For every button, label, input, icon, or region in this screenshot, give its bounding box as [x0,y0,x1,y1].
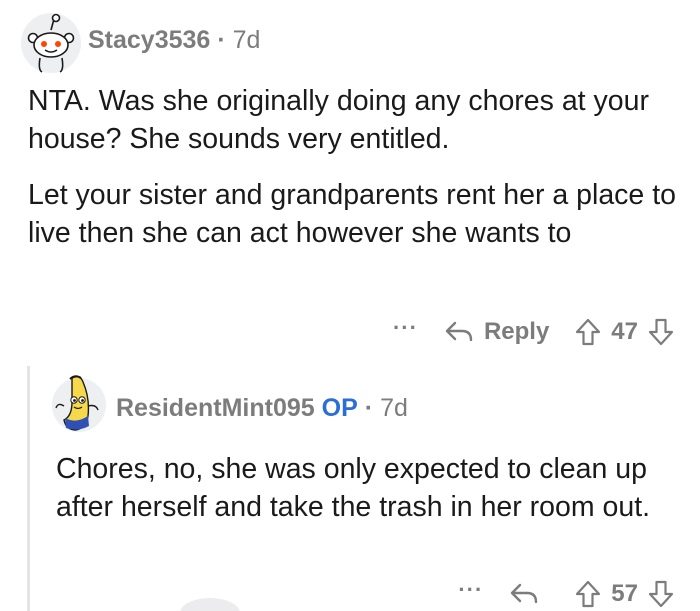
reply-body: Chores, no, she was only expected to cle… [56,450,676,526]
next-avatar-edge [180,598,240,611]
comment-actions: ··· Reply 47 [393,312,674,352]
reply-arrow-icon [445,321,473,342]
comment-paragraph: Let your sister and grandparents rent he… [28,179,676,249]
vote-controls: 57 [575,580,674,608]
thread-line[interactable] [27,366,30,611]
comment-body: NTA. Was she originally doing any chores… [28,82,688,252]
downvote-arrow-icon[interactable] [648,580,674,608]
comment-username[interactable]: Stacy3536 [88,26,210,54]
reply-button[interactable] [509,582,549,606]
upvote-arrow-icon[interactable] [575,318,601,346]
vote-controls: 47 [575,318,674,346]
op-badge: OP [321,394,358,422]
upvote-arrow-icon[interactable] [575,580,601,608]
more-options-icon[interactable]: ··· [393,315,418,341]
comment-age: 7d [232,26,261,54]
comment-meta: Stacy3536 · 7d [88,26,260,55]
meta-separator: · [364,394,374,422]
comment-paragraph: NTA. Was she originally doing any chores… [28,85,649,155]
snoo-avatar-icon[interactable] [20,12,82,74]
more-options-icon[interactable]: ··· [458,577,483,603]
comment-thread: Stacy3536 · 7d NTA. Was she originally doi… [0,0,700,611]
reply-paragraph: Chores, no, she was only expected to cle… [56,453,651,523]
reply-username[interactable]: ResidentMint095 [116,394,315,422]
reply-age: 7d [380,394,408,422]
reply-arrow-icon [511,583,538,604]
meta-separator: · [217,26,226,54]
downvote-arrow-icon[interactable] [648,318,674,346]
vote-count: 47 [611,318,638,345]
reply-meta: ResidentMint095 OP · 7d [116,394,408,423]
reply-button[interactable]: Reply [444,318,549,346]
vote-count: 57 [611,580,638,607]
reply-label: Reply [483,318,550,345]
banana-avatar-icon[interactable] [50,372,108,434]
reply-actions: ··· 57 [458,574,674,611]
